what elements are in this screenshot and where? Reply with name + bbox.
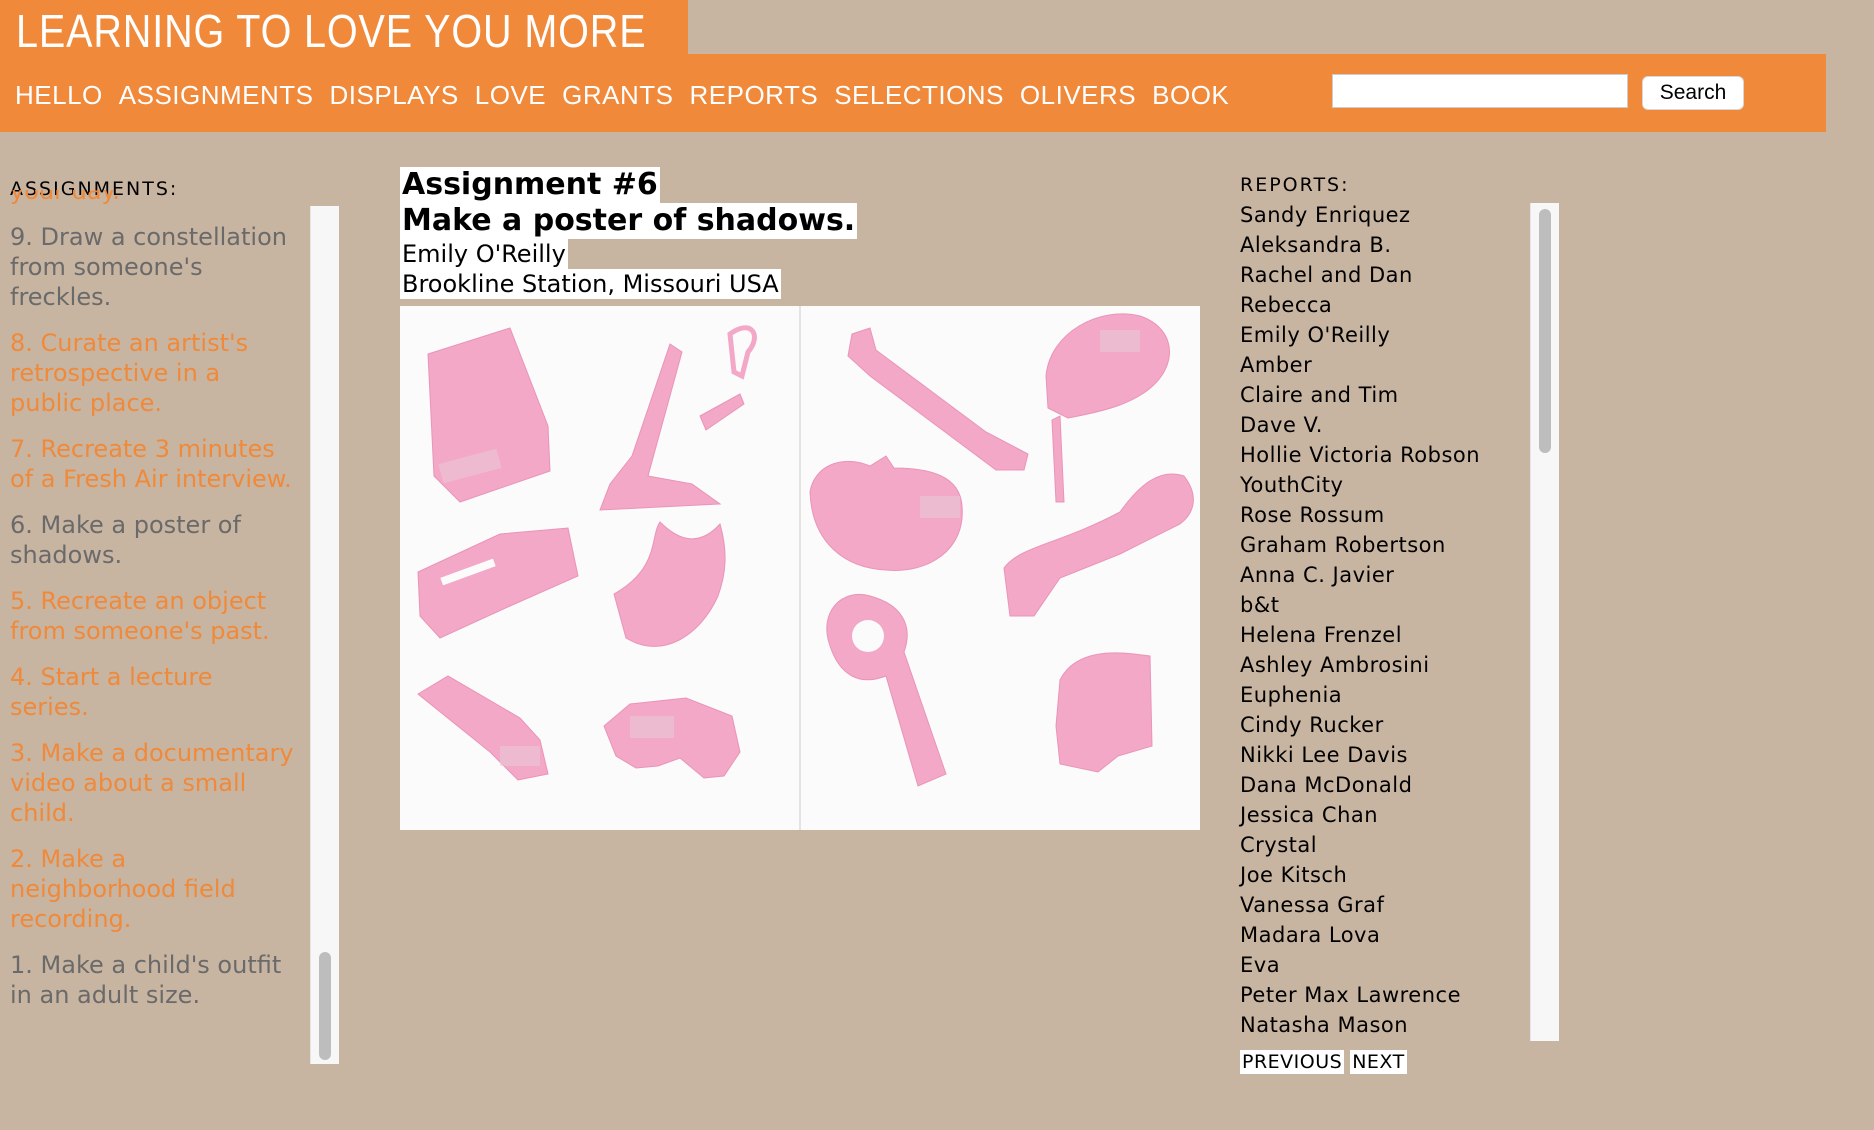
report-link[interactable]: Joe Kitsch xyxy=(1240,860,1480,890)
assignment-link[interactable]: 1. Make a child's outfit in an adult siz… xyxy=(10,950,295,1010)
report-link[interactable]: Rachel and Dan xyxy=(1240,260,1480,290)
report-link[interactable]: b&t xyxy=(1240,590,1480,620)
report-link[interactable]: Aleksandra B. xyxy=(1240,230,1480,260)
nav-reports[interactable]: REPORTS xyxy=(689,80,818,111)
assignment-link[interactable]: 6. Make a poster of shadows. xyxy=(10,510,295,570)
assignment-link[interactable]: 2. Make a neighborhood field recording. xyxy=(10,844,295,934)
reports-list: Sandy Enriquez Aleksandra B. Rachel and Da… xyxy=(1240,200,1480,1040)
shadow-poster-image xyxy=(400,306,1200,830)
assignment-number: Assignment #6 xyxy=(400,167,660,203)
nav-displays[interactable]: DISPLAYS xyxy=(330,80,459,111)
nav-book[interactable]: BOOK xyxy=(1152,80,1229,111)
report-link[interactable]: Peter Max Lawrence xyxy=(1240,980,1480,1010)
report-link[interactable]: Euphenia xyxy=(1240,680,1480,710)
next-link[interactable]: NEXT xyxy=(1350,1050,1407,1074)
report-link[interactable]: Jessica Chan xyxy=(1240,800,1480,830)
report-link[interactable]: Nikki Lee Davis xyxy=(1240,740,1480,770)
report-link[interactable]: Crystal xyxy=(1240,830,1480,860)
report-link[interactable]: Graham Robertson xyxy=(1240,530,1480,560)
report-location: Brookline Station, Missouri USA xyxy=(400,269,781,299)
logo-text: LEARNING TO LOVE YOU MORE xyxy=(16,5,647,57)
nav-hello[interactable]: HELLO xyxy=(15,80,103,111)
nav-grants[interactable]: GRANTS xyxy=(562,80,673,111)
report-author: Emily O'Reilly xyxy=(400,239,568,269)
reports-pager: PREVIOUS NEXT xyxy=(1240,1050,1413,1074)
assignment-title: Make a poster of shadows. xyxy=(400,203,858,239)
assignment-link[interactable]: your day. xyxy=(10,190,295,206)
previous-link[interactable]: PREVIOUS xyxy=(1240,1050,1345,1074)
assignments-scrollbar[interactable] xyxy=(310,206,339,1064)
nav-olivers[interactable]: OLIVERS xyxy=(1020,80,1136,111)
nav-links: HELLO ASSIGNMENTS DISPLAYS LOVE GRANTS REPORT… xyxy=(15,80,1245,116)
nav-selections[interactable]: SELECTIONS xyxy=(834,80,1004,111)
assignment-link[interactable]: 7. Recreate 3 minutes of a Fresh Air int… xyxy=(10,434,295,494)
assignment-link[interactable]: 3. Make a documentary video about a smal… xyxy=(10,738,295,828)
assignments-scrollbar-thumb[interactable] xyxy=(319,952,331,1060)
report-link[interactable]: Madara Lova xyxy=(1240,920,1480,950)
report-link[interactable]: Emily O'Reilly xyxy=(1240,320,1480,350)
reports-heading: REPORTS: xyxy=(1240,174,1350,196)
report-link[interactable]: Helena Frenzel xyxy=(1240,620,1480,650)
assignment-link[interactable]: 8. Curate an artist's retrospective in a… xyxy=(10,328,295,418)
assignment-link[interactable]: 4. Start a lecture series. xyxy=(10,662,295,722)
report-link[interactable]: Sandy Enriquez xyxy=(1240,200,1480,230)
main-nav: HELLO ASSIGNMENTS DISPLAYS LOVE GRANTS REPORT… xyxy=(0,54,1826,132)
reports-scrollbar[interactable] xyxy=(1530,203,1559,1041)
report-link[interactable]: Dave V. xyxy=(1240,410,1480,440)
report-link[interactable]: Rose Rossum xyxy=(1240,500,1480,530)
reports-scrollbar-thumb[interactable] xyxy=(1539,209,1551,453)
assignments-list-content: your day. 9. Draw a constellation from so… xyxy=(10,190,295,1026)
assignment-link[interactable]: 5. Recreate an object from someone's pas… xyxy=(10,586,295,646)
report-link[interactable]: Ashley Ambrosini xyxy=(1240,650,1480,680)
assignment-header: Assignment #6 Make a poster of shadows. … xyxy=(400,167,858,299)
report-link[interactable]: Cindy Rucker xyxy=(1240,710,1480,740)
report-link[interactable]: Claire and Tim xyxy=(1240,380,1480,410)
assignment-link[interactable]: 9. Draw a constellation from someone's f… xyxy=(10,222,295,312)
report-link[interactable]: Natasha Mason xyxy=(1240,1010,1480,1040)
report-link[interactable]: Rebecca xyxy=(1240,290,1480,320)
report-link[interactable]: Vanessa Graf xyxy=(1240,890,1480,920)
report-link[interactable]: Eva xyxy=(1240,950,1480,980)
report-link[interactable]: YouthCity xyxy=(1240,470,1480,500)
nav-love[interactable]: LOVE xyxy=(475,80,546,111)
search-button[interactable]: Search xyxy=(1642,76,1744,110)
assignments-list[interactable]: your day. 9. Draw a constellation from so… xyxy=(10,190,300,1066)
report-link[interactable]: Amber xyxy=(1240,350,1480,380)
nav-assignments[interactable]: ASSIGNMENTS xyxy=(119,80,314,111)
report-photo xyxy=(400,306,1200,830)
search-input[interactable] xyxy=(1332,74,1628,108)
report-link[interactable]: Hollie Victoria Robson xyxy=(1240,440,1480,470)
report-link[interactable]: Anna C. Javier xyxy=(1240,560,1480,590)
site-logo[interactable]: LEARNING TO LOVE YOU MORE xyxy=(0,0,688,57)
report-link[interactable]: Dana McDonald xyxy=(1240,770,1480,800)
